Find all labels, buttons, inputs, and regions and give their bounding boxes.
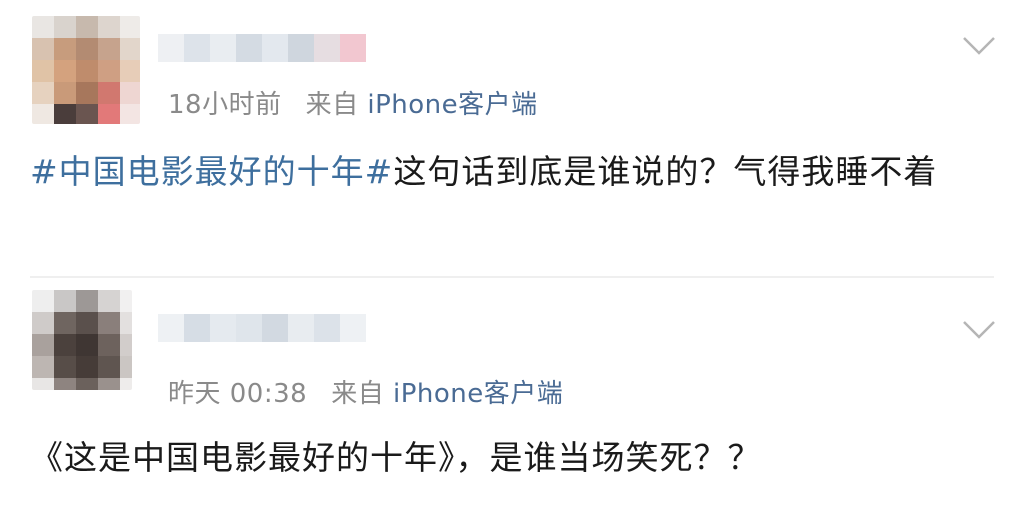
- source-label: 来自: [331, 379, 385, 409]
- comment-text: #中国电影最好的十年#这句话到底是谁说的？气得我睡不着: [30, 146, 1000, 198]
- comment-text: 《这是中国电影最好的十年》，是谁当场笑死？？: [30, 432, 1000, 484]
- chevron-down-icon[interactable]: [962, 318, 996, 342]
- timestamp: 18小时前: [168, 90, 282, 120]
- avatar[interactable]: [32, 16, 140, 124]
- username-redacted[interactable]: [158, 34, 368, 62]
- source-device[interactable]: iPhone客户端: [393, 379, 563, 409]
- timestamp: 昨天 00:38: [168, 379, 308, 409]
- source-device[interactable]: iPhone客户端: [367, 90, 537, 120]
- chevron-down-icon[interactable]: [962, 34, 996, 58]
- hashtag-link[interactable]: #中国电影最好的十年#: [30, 152, 393, 191]
- comment-item: 昨天 00:38 来自 iPhone客户端 《这是中国电影最好的十年》，是谁当场笑…: [0, 278, 1024, 508]
- comment-meta: 昨天 00:38 来自 iPhone客户端: [168, 373, 563, 410]
- weibo-comment-feed: 18小时前 来自 iPhone客户端 #中国电影最好的十年#这句话到底是谁说的？气…: [0, 0, 1024, 508]
- avatar[interactable]: [32, 290, 132, 390]
- comment-body: 这句话到底是谁说的？气得我睡不着: [393, 152, 938, 191]
- comment-body: 《这是中国电影最好的十年》，是谁当场笑死？？: [30, 438, 762, 477]
- comment-item: 18小时前 来自 iPhone客户端 #中国电影最好的十年#这句话到底是谁说的？气…: [0, 0, 1024, 276]
- comment-meta: 18小时前 来自 iPhone客户端: [168, 84, 538, 121]
- source-label: 来自: [305, 90, 359, 120]
- username-redacted[interactable]: [158, 314, 368, 342]
